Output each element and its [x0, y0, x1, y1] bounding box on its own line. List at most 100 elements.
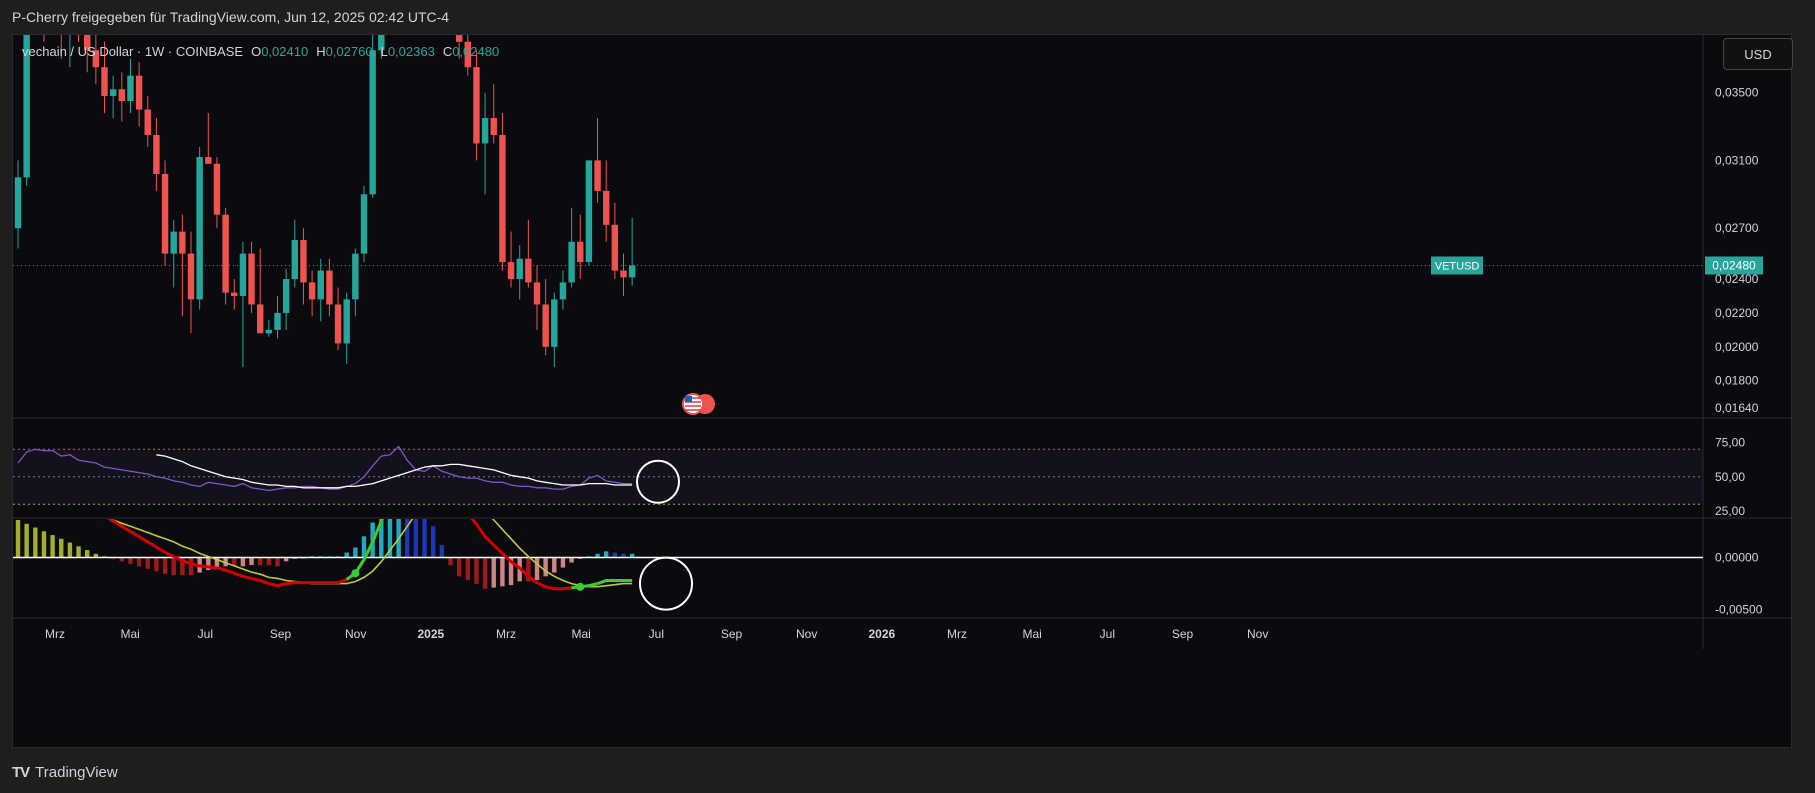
candle-body[interactable] — [568, 241, 575, 283]
ohlc-close: C0,02480 — [443, 44, 499, 59]
candle-body[interactable] — [231, 292, 238, 296]
candle-body[interactable] — [455, 35, 463, 42]
candle-body[interactable] — [109, 89, 117, 97]
candle-body[interactable] — [161, 173, 169, 254]
rsi-pane[interactable] — [13, 445, 1703, 505]
macd-histogram-bar — [128, 557, 133, 564]
price-axis-tick: 0,02700 — [1715, 221, 1759, 235]
candle-body[interactable] — [291, 240, 298, 280]
macd-histogram-bar — [465, 557, 470, 581]
low-label: L — [380, 44, 388, 59]
candle-body[interactable] — [179, 231, 186, 254]
currency-button[interactable]: USD — [1723, 38, 1793, 70]
macd-histogram-bar — [15, 520, 21, 558]
price-axis-tick: 0,01640 — [1715, 401, 1759, 415]
candle-body[interactable] — [559, 282, 567, 300]
open-label: O — [251, 44, 262, 59]
price-axis-tick: 0,03500 — [1715, 86, 1759, 100]
candle-body[interactable] — [620, 270, 627, 278]
candle-body[interactable] — [326, 270, 333, 305]
candle-body[interactable] — [205, 157, 212, 164]
time-axis-tick: Mai — [120, 627, 139, 641]
candle-body[interactable] — [481, 118, 489, 144]
candle-body[interactable] — [135, 75, 143, 110]
tradingview-logo-icon[interactable]: TV — [12, 764, 30, 781]
candle-body[interactable] — [282, 279, 290, 313]
candle-body[interactable] — [334, 304, 342, 344]
candle-body[interactable] — [317, 270, 324, 300]
candle-body[interactable] — [196, 157, 203, 300]
candle-body[interactable] — [603, 190, 610, 225]
macd-histogram-bar — [41, 531, 47, 558]
macd-histogram-bar — [379, 519, 384, 558]
candle-body[interactable] — [516, 258, 523, 280]
candle-body[interactable] — [611, 224, 619, 271]
rsi-axis-tick: 75,00 — [1715, 435, 1745, 449]
candle-body[interactable] — [153, 134, 160, 174]
candle-body[interactable] — [577, 241, 584, 263]
macd-histogram-bar — [439, 545, 445, 558]
time-axis-tick: Sep — [721, 627, 743, 641]
macd-histogram-bar — [240, 557, 246, 567]
time-axis-tick: Jul — [198, 627, 213, 641]
time-axis-tick: Nov — [345, 627, 366, 641]
macd-histogram-bar — [456, 557, 462, 577]
macd-cross-dot — [351, 569, 360, 578]
candle-body[interactable] — [594, 160, 601, 191]
time-axis-tick: Mai — [572, 627, 591, 641]
candle-body[interactable] — [499, 134, 506, 263]
candle-body[interactable] — [343, 299, 350, 344]
candle-body[interactable] — [542, 304, 549, 347]
macd-histogram-bar — [353, 547, 358, 558]
macd-histogram-bar — [171, 557, 176, 576]
candle-body[interactable] — [101, 67, 108, 97]
candle-body[interactable] — [222, 214, 229, 293]
time-axis-tick: Sep — [1172, 627, 1194, 641]
candle-body[interactable] — [628, 265, 636, 278]
candle-body[interactable] — [170, 231, 177, 254]
candle-body[interactable] — [127, 75, 134, 102]
symbol-title[interactable]: vechain / US Dollar · 1W · COINBASE — [22, 44, 243, 59]
candle-body[interactable] — [490, 118, 497, 135]
candle-body[interactable] — [473, 67, 480, 144]
macd-histogram-bar — [612, 552, 618, 558]
candle-body[interactable] — [360, 194, 368, 254]
price-pane[interactable] — [13, 35, 1703, 368]
candle-body[interactable] — [257, 304, 264, 334]
macd-histogram-bar — [552, 557, 557, 573]
us-flag-event-icon[interactable] — [682, 393, 715, 415]
footer-brand[interactable]: TradingView — [35, 764, 118, 781]
candle-body[interactable] — [14, 177, 22, 229]
flag-canton — [685, 396, 692, 402]
candle-body[interactable] — [248, 253, 255, 305]
candle-body[interactable] — [300, 240, 307, 283]
chart-canvas[interactable]: 0,035000,031000,027000,024000,022000,020… — [13, 35, 1793, 749]
ohlc-open: O0,02410 — [251, 44, 308, 59]
macd-highlight-circle — [639, 556, 693, 611]
candle-body[interactable] — [239, 253, 247, 296]
macd-histogram-bar — [560, 557, 566, 568]
candle-body[interactable] — [187, 253, 195, 300]
time-axis-tick: Jul — [1100, 627, 1115, 641]
candle-body[interactable] — [213, 163, 221, 215]
macd-histogram-bar — [249, 557, 254, 566]
macd-histogram-bar — [162, 557, 168, 574]
candle-body[interactable] — [118, 89, 125, 102]
candle-body[interactable] — [507, 262, 515, 280]
candle-body[interactable] — [274, 312, 281, 330]
candle-body[interactable] — [585, 160, 593, 263]
candle-body[interactable] — [525, 258, 532, 283]
macd-histogram-bar — [258, 557, 263, 566]
macd-histogram-bar — [491, 557, 496, 588]
chart-frame[interactable]: 0,03500 0,03100 0,02700 0,02400 0,02200 0,020… — [12, 34, 1793, 749]
candle-body[interactable] — [369, 50, 376, 195]
candle-body[interactable] — [352, 253, 359, 300]
candle-body[interactable] — [551, 299, 558, 347]
candle-body[interactable] — [265, 329, 273, 334]
candle-body[interactable] — [144, 109, 151, 135]
time-axis-tick: Sep — [270, 627, 292, 641]
macd-histogram-bar — [534, 557, 540, 581]
candle-body[interactable] — [308, 282, 316, 300]
candle-body[interactable] — [533, 282, 541, 305]
rsi-axis-tick: 50,00 — [1715, 470, 1745, 484]
